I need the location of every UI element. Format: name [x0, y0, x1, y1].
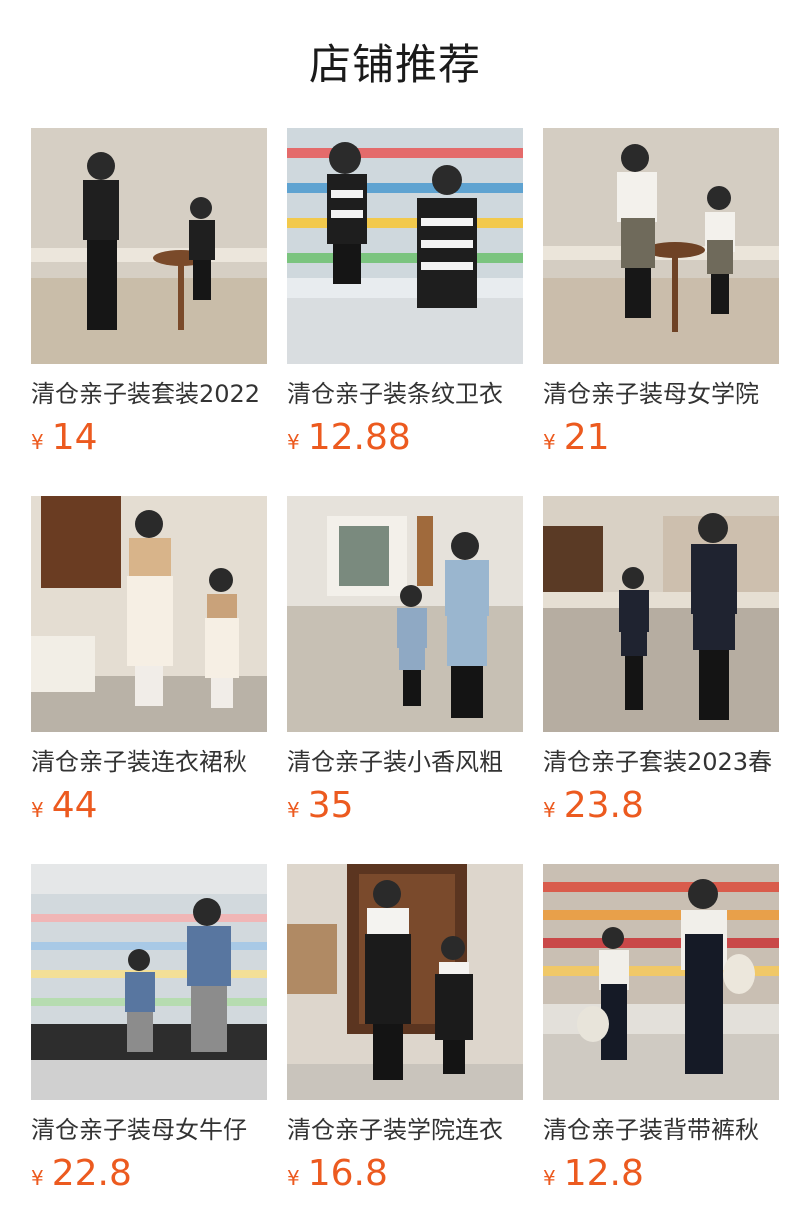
product-name[interactable]: 清仓亲子装连衣裙秋: [31, 746, 267, 778]
product-price: ¥16.8: [287, 1152, 523, 1196]
currency-symbol: ¥: [543, 430, 556, 454]
product-card[interactable]: 清仓亲子装母女牛仔 ¥22.8: [31, 864, 267, 1232]
price-amount: 23.8: [563, 785, 644, 826]
currency-symbol: ¥: [287, 1166, 300, 1190]
product-image[interactable]: [31, 496, 267, 732]
price-amount: 35: [307, 785, 354, 826]
product-image[interactable]: [31, 864, 267, 1100]
product-name[interactable]: 清仓亲子装母女牛仔: [31, 1114, 267, 1146]
product-image[interactable]: [543, 864, 779, 1100]
product-image[interactable]: [287, 128, 523, 364]
product-name[interactable]: 清仓亲子套装2023春: [543, 746, 779, 778]
product-name[interactable]: 清仓亲子装条纹卫衣: [287, 378, 523, 410]
product-image[interactable]: [543, 128, 779, 364]
price-amount: 21: [563, 417, 610, 458]
price-amount: 22.8: [51, 1153, 132, 1194]
product-card[interactable]: 清仓亲子装母女学院 ¥21: [543, 128, 779, 496]
product-grid: 清仓亲子装套装2022 ¥14 清仓亲子装条纹卫衣 ¥ 12.88 清仓亲子装母…: [31, 128, 780, 1232]
product-card[interactable]: 清仓亲子套装2023春 ¥23.8: [543, 496, 779, 864]
product-card[interactable]: 清仓亲子装小香风粗 ¥35: [287, 496, 523, 864]
product-name[interactable]: 清仓亲子装母女学院: [543, 378, 779, 410]
currency-symbol: ¥: [31, 798, 44, 822]
section-title: 店铺推荐: [308, 40, 481, 89]
product-card[interactable]: 清仓亲子装条纹卫衣 ¥12.88: [287, 128, 523, 496]
product-card[interactable]: 清仓亲子装背带裤秋 ¥12.8: [543, 864, 779, 1232]
product-image[interactable]: [31, 128, 267, 364]
product-image[interactable]: [287, 864, 523, 1100]
price-amount: 12.8: [563, 1153, 644, 1194]
product-name[interactable]: 清仓亲子装小香风粗: [287, 746, 523, 778]
product-price: ¥23.8: [543, 784, 779, 828]
product-price: ¥22.8: [31, 1152, 267, 1196]
price-amount: 14: [51, 417, 98, 458]
product-name[interactable]: 清仓亲子装背带裤秋: [543, 1114, 779, 1146]
product-price: ¥21: [543, 416, 779, 460]
product-card[interactable]: 清仓亲子装学院连衣 ¥16.8: [287, 864, 523, 1232]
product-card[interactable]: 清仓亲子装连衣裙秋 ¥44: [31, 496, 267, 864]
currency-symbol: ¥: [287, 798, 300, 822]
price-amount: 44: [51, 785, 98, 826]
product-image[interactable]: [287, 496, 523, 732]
currency-symbol: ¥: [543, 1166, 556, 1190]
price-amount: 12.88: [307, 417, 411, 458]
product-image[interactable]: [543, 496, 779, 732]
recommend-page: 店铺推荐 清仓亲子装套装2022 ¥ 14 清仓亲子装条纹卫衣 ¥ 12.88 …: [0, 0, 790, 1232]
product-price: ¥35: [287, 784, 523, 828]
product-name[interactable]: 清仓亲子装学院连衣: [287, 1114, 523, 1146]
price-amount: 16.8: [307, 1153, 388, 1194]
product-price: ¥14: [31, 416, 267, 460]
currency-symbol: ¥: [31, 430, 44, 454]
product-price: ¥12.88: [287, 416, 523, 460]
currency-symbol: ¥: [287, 430, 300, 454]
product-name[interactable]: 清仓亲子装套装2022: [31, 378, 267, 410]
currency-symbol: ¥: [31, 1166, 44, 1190]
product-card[interactable]: 清仓亲子装套装2022 ¥14: [31, 128, 267, 496]
currency-symbol: ¥: [543, 798, 556, 822]
product-price: ¥44: [31, 784, 267, 828]
product-price: ¥12.8: [543, 1152, 779, 1196]
